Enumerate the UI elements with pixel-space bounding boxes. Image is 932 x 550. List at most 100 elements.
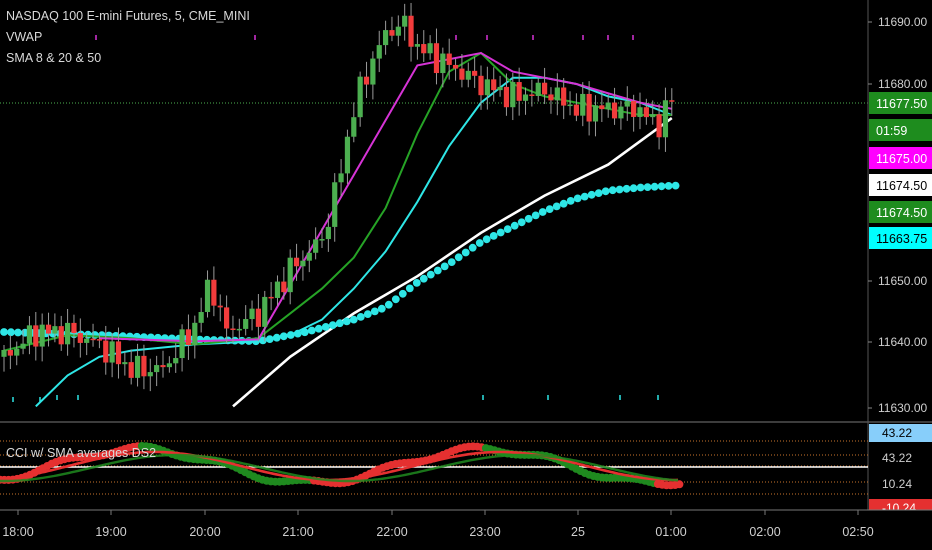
- candle-up: [650, 114, 656, 118]
- candle-up: [1, 349, 7, 357]
- vwap-dot: [433, 266, 442, 275]
- candle-up: [287, 257, 293, 293]
- vwap-dot: [510, 221, 519, 230]
- vwap-dot: [524, 214, 533, 223]
- vwap-dots: [0, 181, 680, 346]
- cci-subpanel: 43.2243.2210.24-10.24: [0, 424, 932, 517]
- sma-legend[interactable]: SMA 8 & 20 & 50: [6, 48, 250, 69]
- candle-up: [134, 355, 141, 378]
- cci-tick-label: 10.24: [882, 477, 912, 491]
- price-chart[interactable]: 11690.00 11680.00 11650.00 11640.00 11630.00…: [0, 0, 932, 550]
- price-tags: 11677.50 01:59 11675.00 11674.50 11674.50 116…: [869, 92, 932, 249]
- vwap-dot: [496, 228, 505, 237]
- candle-down: [281, 281, 287, 293]
- y-tick-label: 11640.00: [878, 335, 927, 349]
- candle-up: [179, 329, 185, 359]
- candle-up: [580, 93, 586, 116]
- chart-legend: NASDAQ 100 E-mini Futures, 5, CME_MINI V…: [6, 6, 250, 69]
- vwap-dot: [391, 295, 400, 304]
- vwap-dot: [587, 190, 596, 199]
- candle-down: [542, 82, 548, 95]
- symbol-title[interactable]: NASDAQ 100 E-mini Futures, 5, CME_MINI: [6, 6, 250, 27]
- candle-down: [293, 257, 300, 267]
- vwap-dot: [615, 185, 624, 194]
- time-tick-label: 01:00: [655, 525, 686, 539]
- y-tick-label: 11680.00: [878, 77, 927, 91]
- vwap-dot: [84, 330, 92, 339]
- candle-up: [427, 43, 433, 54]
- time-tick-label: 23:00: [469, 525, 500, 539]
- cci-tick-label: 43.22: [882, 426, 912, 440]
- candle-down: [611, 102, 618, 119]
- vwap-dot: [440, 262, 449, 271]
- vwap-dot: [14, 328, 22, 337]
- candle-down: [71, 322, 77, 334]
- vwap-dot: [370, 307, 379, 316]
- vwap-dot: [454, 253, 463, 262]
- candle-down: [452, 64, 459, 69]
- vwap-dot: [517, 218, 526, 227]
- candle-up: [662, 100, 669, 138]
- candle-down: [363, 76, 370, 85]
- candle-up: [236, 328, 242, 331]
- candle-down: [96, 339, 102, 341]
- vwap-dot: [489, 232, 498, 240]
- candle-down: [472, 70, 478, 76]
- vwap-legend[interactable]: VWAP: [6, 27, 250, 48]
- candle-down: [268, 296, 274, 299]
- candle-up: [414, 44, 420, 47]
- vwap-dot: [363, 310, 372, 318]
- candle-up: [147, 372, 153, 377]
- candle-up: [274, 281, 281, 298]
- candle-up: [344, 136, 351, 174]
- candle-down: [573, 104, 579, 116]
- cci-legend[interactable]: CCI w/ SMA averages DS2: [6, 446, 156, 460]
- vwap-dot: [447, 258, 456, 266]
- candle-down: [77, 333, 83, 343]
- price-tag-label: 11663.75: [876, 232, 927, 246]
- candle-down: [185, 329, 192, 346]
- vwap-dot: [314, 324, 323, 333]
- candle-up: [554, 87, 560, 101]
- candle-up: [402, 15, 408, 27]
- vwap-dot: [475, 239, 484, 247]
- vwap-dot: [349, 315, 358, 324]
- time-axis[interactable]: 18:00 19:00 20:00 21:00 22:00 23:00 25 01:00 02:…: [0, 509, 932, 550]
- candle-up: [484, 79, 490, 96]
- candle-down: [433, 43, 440, 74]
- candle-up: [313, 239, 319, 253]
- candle-up: [637, 107, 643, 117]
- vwap-dot: [601, 187, 610, 196]
- candle-up: [510, 82, 516, 108]
- vwap-dot: [7, 328, 15, 337]
- candle-up: [395, 26, 401, 36]
- vwap-dot: [91, 331, 99, 339]
- vwap-dot: [559, 199, 568, 208]
- vwap-dot: [328, 321, 337, 329]
- vwap-dot: [356, 313, 365, 321]
- candle-up: [497, 86, 503, 91]
- candle-up: [325, 226, 331, 240]
- vwap-dot: [321, 323, 330, 331]
- vwap-dot: [377, 304, 386, 313]
- candle-down: [230, 328, 236, 330]
- candle-up: [65, 322, 71, 345]
- candle-down: [115, 341, 122, 365]
- vwap-dot: [426, 270, 435, 279]
- candle-down: [45, 324, 52, 334]
- candle-down: [160, 365, 166, 368]
- vwap-dot: [622, 184, 631, 193]
- candle-down: [211, 279, 217, 306]
- price-axis[interactable]: 11690.00 11680.00 11650.00 11640.00 11630.00: [867, 0, 927, 550]
- candle-up: [300, 260, 306, 267]
- candle-up: [357, 76, 363, 118]
- vwap-dot: [552, 202, 561, 211]
- candle-up: [154, 365, 160, 373]
- candle-down: [631, 101, 637, 117]
- candle-down: [586, 93, 592, 122]
- y-tick-label: 11630.00: [878, 401, 927, 415]
- cci-dot: [675, 480, 684, 489]
- price-tag-label: 11675.00: [876, 152, 927, 166]
- candle-down: [408, 15, 414, 47]
- vwap-dot: [594, 189, 603, 198]
